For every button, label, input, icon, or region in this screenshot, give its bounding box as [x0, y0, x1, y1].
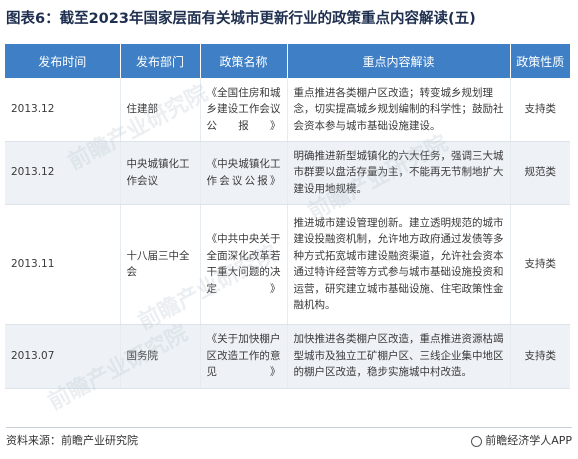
cell-dept: 住建部 [120, 78, 201, 142]
qianzhan-logo-icon [471, 435, 483, 447]
cell-policy-type: 规范类 [510, 141, 570, 205]
header-type: 政策性质 [510, 44, 570, 78]
cell-content: 推进城市建设管理创新。建立透明规范的城市建设投融资机制，允许地方政府通过发债等多… [287, 204, 511, 325]
page: 图表6：截至2023年国家层面有关城市更新行业的政策重点内容解读(五) 发布时间… [0, 0, 578, 459]
header-dept: 发布部门 [120, 44, 201, 78]
cell-dept: 国务院 [120, 324, 201, 389]
cell-content: 加快推进各类棚户区改造，重点推进资源枯竭型城市及独立工矿棚户区、三线企业集中地区… [287, 324, 511, 389]
cell-dept: 中央城镇化工作会议 [120, 141, 201, 205]
brand-name: 前瞻经济学人APP [485, 434, 572, 447]
footer: 资料来源：前瞻产业研究院 前瞻经济学人APP [6, 427, 572, 451]
cell-date: 2013.12 [5, 78, 121, 142]
cell-content: 重点推进各类棚户区改造；转变城乡规划理念，切实提高城乡规划编制的科学性；鼓励社会… [287, 78, 511, 142]
header-date: 发布时间 [5, 44, 121, 78]
policy-table: 发布时间 发布部门 政策名称 重点内容解读 政策性质 2013.12 住建部 《… [5, 44, 570, 389]
cell-policy-name: 《中共中央关于全面深化改革若干重大问题的决定》 [200, 204, 288, 325]
cell-date: 2013.11 [5, 204, 121, 325]
header-content: 重点内容解读 [287, 44, 511, 78]
cell-policy-name: 《关于加快棚户区改造工作的意见》 [200, 324, 288, 389]
header-name: 政策名称 [200, 44, 288, 78]
cell-date: 2013.12 [5, 141, 121, 205]
cell-date: 2013.07 [5, 324, 121, 389]
brand-credit: 前瞻经济学人APP [471, 430, 572, 452]
table-row: 2013.12 中央城镇化工作会议 《中央城镇化工作会议公报》 明确推进新型城镇… [5, 141, 570, 205]
table-row: 2013.11 十八届三中全会 《中共中央关于全面深化改革若干重大问题的决定》 … [5, 204, 570, 325]
cell-policy-name: 《全国住房和城乡建设工作会议公报》 [200, 78, 288, 142]
cell-policy-type: 支持类 [510, 78, 570, 142]
source-note: 资料来源：前瞻产业研究院 [6, 434, 138, 447]
cell-content: 明确推进新型城镇化的六大任务，强调三大城市群要以盘活存量为主，不能再无节制地扩大… [287, 141, 511, 205]
cell-policy-type: 支持类 [510, 324, 570, 389]
table-row: 2013.12 住建部 《全国住房和城乡建设工作会议公报》 重点推进各类棚户区改… [5, 78, 570, 142]
table-header-row: 发布时间 发布部门 政策名称 重点内容解读 政策性质 [5, 44, 570, 78]
table-row: 2013.07 国务院 《关于加快棚户区改造工作的意见》 加快推进各类棚户区改造… [5, 324, 570, 389]
cell-policy-name: 《中央城镇化工作会议公报》 [200, 141, 288, 205]
cell-dept: 十八届三中全会 [120, 204, 201, 325]
cell-policy-type: 支持类 [510, 204, 570, 325]
page-title: 图表6：截至2023年国家层面有关城市更新行业的政策重点内容解读(五) [6, 11, 476, 27]
